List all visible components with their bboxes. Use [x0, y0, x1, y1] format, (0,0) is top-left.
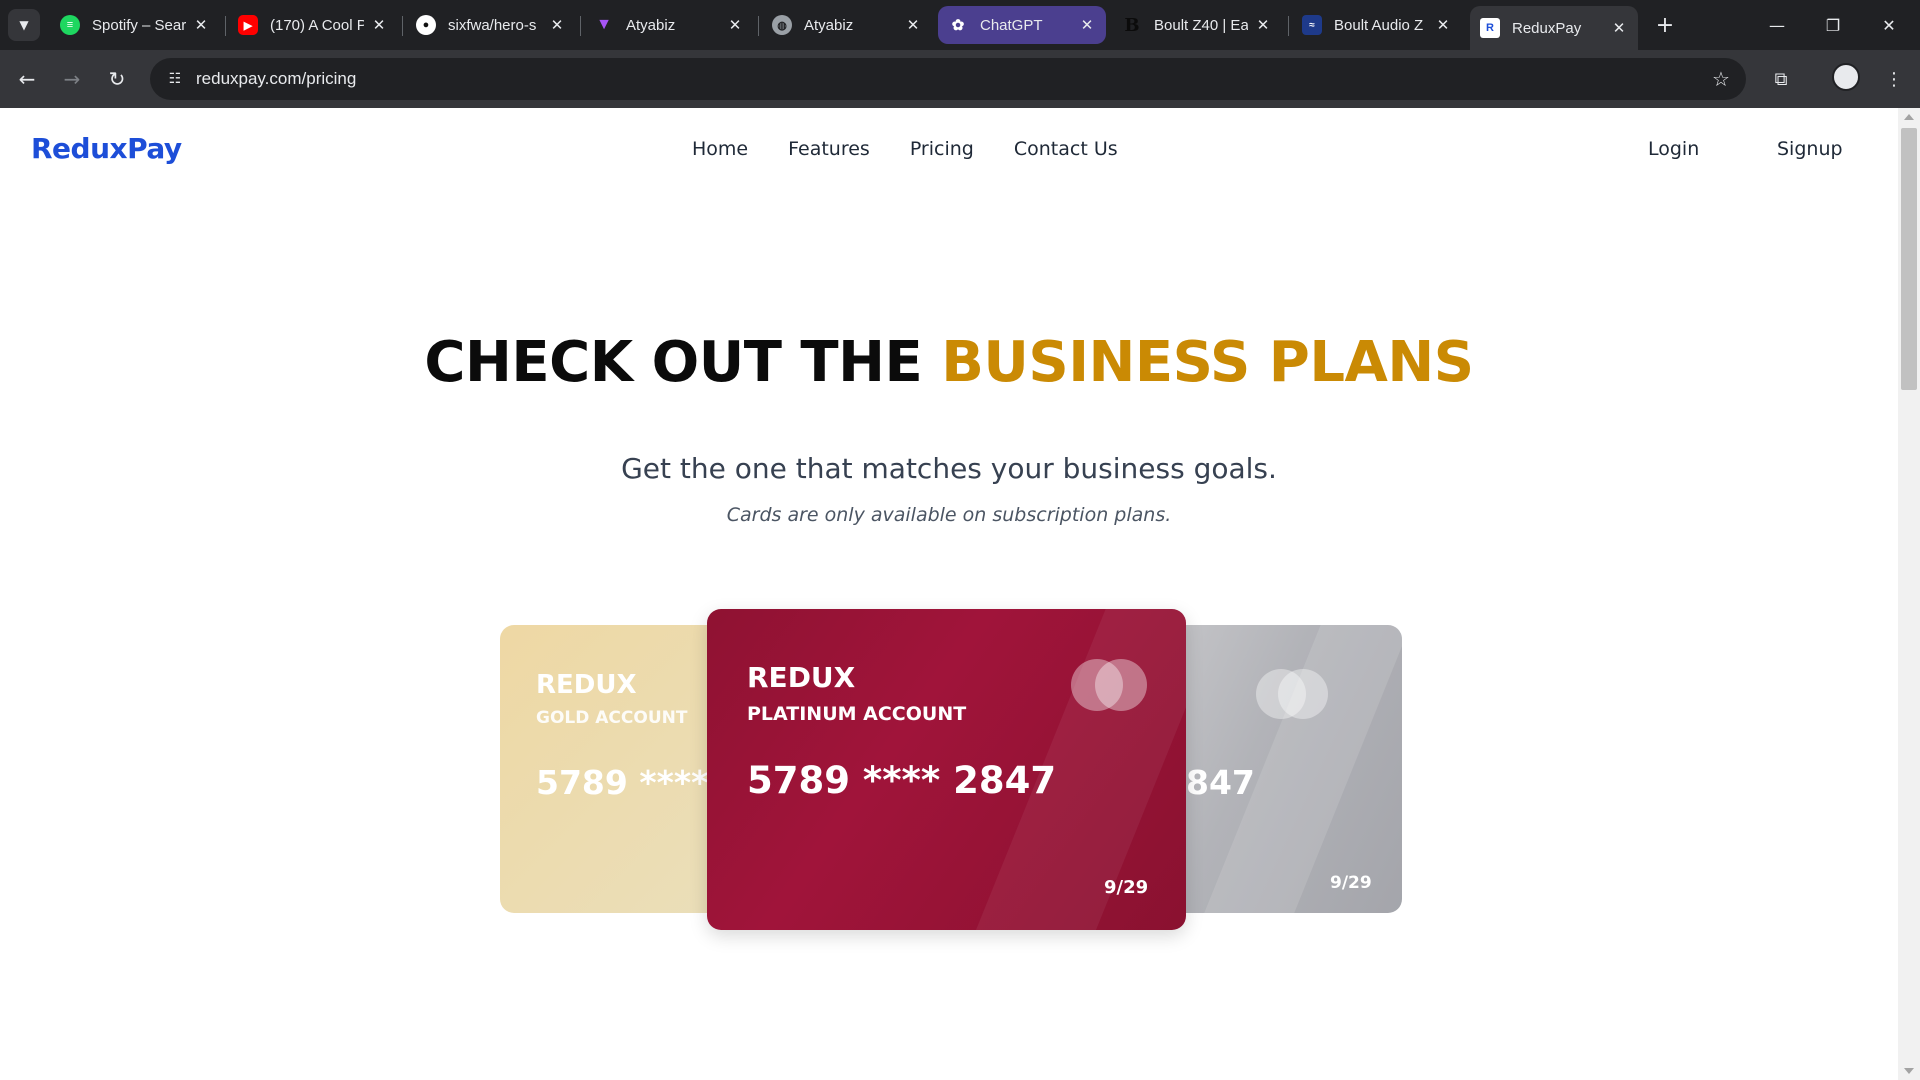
- browser-tab-boult-z40[interactable]: B Boult Z40 | Ea ✕: [1112, 6, 1282, 44]
- address-bar[interactable]: ☷ reduxpay.com/pricing ☆: [150, 58, 1746, 100]
- tab-divider: [402, 16, 403, 36]
- card-brand: REDUX: [747, 661, 856, 694]
- vite-icon: ▼: [596, 16, 612, 33]
- page-scrollbar[interactable]: [1898, 108, 1920, 1080]
- github-icon: ●: [416, 15, 436, 35]
- card-network-logo-icon: [1071, 659, 1147, 711]
- title-accent: BUSINESS PLANS: [941, 330, 1474, 395]
- main-nav: Home Features Pricing Contact Us: [692, 138, 1118, 160]
- browser-menu-button[interactable]: ⋮: [1879, 64, 1909, 94]
- close-icon[interactable]: ✕: [726, 16, 744, 34]
- card-network-logo-icon: [1256, 669, 1328, 719]
- minimize-button[interactable]: —: [1764, 12, 1790, 38]
- nav-link-pricing[interactable]: Pricing: [910, 138, 974, 160]
- card-number: 5789 **** 2847: [747, 759, 1057, 802]
- arrow-right-icon: →: [63, 67, 81, 91]
- bookmark-star-icon[interactable]: ☆: [1708, 66, 1734, 92]
- browser-tab-atyabiz[interactable]: ◍ Atyabiz ✕: [762, 6, 932, 44]
- nav-link-home[interactable]: Home: [692, 138, 748, 160]
- browser-tab-boult-audio[interactable]: ≈ Boult Audio Z ✕: [1292, 6, 1462, 44]
- card-type: PLATINUM ACCOUNT: [747, 703, 967, 725]
- close-icon[interactable]: ✕: [1610, 19, 1628, 37]
- browser-tab-github[interactable]: ● sixfwa/hero-s ✕: [406, 6, 576, 44]
- browser-tab-reduxpay[interactable]: R ReduxPay ✕: [1470, 6, 1638, 50]
- browser-tab-spotify[interactable]: ≡ Spotify – Sear ✕: [50, 6, 220, 44]
- scrollbar-thumb[interactable]: [1901, 128, 1917, 390]
- reload-button[interactable]: ↻: [102, 64, 132, 94]
- close-icon[interactable]: ✕: [904, 16, 922, 34]
- youtube-icon: ▶: [238, 15, 258, 35]
- profile-avatar[interactable]: [1832, 63, 1860, 91]
- subscription-note: Cards are only available on subscription…: [726, 504, 1172, 526]
- title-plain: CHECK OUT THE: [424, 330, 923, 395]
- boult-audio-icon: ≈: [1302, 15, 1322, 35]
- boult-b-icon: B: [1124, 14, 1140, 36]
- page-title: CHECK OUT THE BUSINESS PLANS: [0, 330, 1898, 395]
- chevron-down-icon: ▼: [19, 18, 29, 32]
- browser-toolbar: ← → ↻ ☷ reduxpay.com/pricing ☆ ⧉ ⋮: [0, 50, 1920, 108]
- page-viewport: ReduxPay Home Features Pricing Contact U…: [0, 108, 1898, 1080]
- nav-link-features[interactable]: Features: [788, 138, 870, 160]
- browser-tab-atyabiz-vite[interactable]: ▼ Atyabiz ✕: [584, 6, 754, 44]
- more-vertical-icon: ⋮: [1885, 68, 1903, 90]
- tab-divider: [225, 16, 226, 36]
- card-expiry: 9/29: [1104, 877, 1149, 898]
- close-icon: ✕: [1882, 15, 1896, 35]
- reduxpay-r-icon: R: [1480, 18, 1500, 38]
- url-text[interactable]: reduxpay.com/pricing: [196, 69, 356, 89]
- spotify-icon: ≡: [60, 15, 80, 35]
- restore-button[interactable]: ❐: [1820, 12, 1846, 38]
- arrow-left-icon: ←: [18, 67, 36, 91]
- card-brand: REDUX: [536, 670, 637, 700]
- browser-tabstrip: ▼ ≡ Spotify – Sear ✕ ▶ (170) A Cool P ✕ …: [0, 0, 1920, 50]
- close-icon[interactable]: ✕: [192, 16, 210, 34]
- restore-icon: ❐: [1825, 15, 1841, 35]
- forward-button[interactable]: →: [57, 64, 87, 94]
- window-close-button[interactable]: ✕: [1876, 12, 1902, 38]
- tab-divider: [580, 16, 581, 36]
- site-logo[interactable]: ReduxPay: [31, 132, 182, 165]
- close-icon[interactable]: ✕: [1434, 16, 1452, 34]
- nav-link-contact[interactable]: Contact Us: [1014, 138, 1118, 160]
- page-subtitle: Get the one that matches your business g…: [621, 452, 1277, 485]
- minimize-icon: —: [1769, 15, 1785, 35]
- scroll-down-arrow-icon[interactable]: [1904, 1068, 1914, 1074]
- browser-tab-chatgpt[interactable]: ✿ ChatGPT ✕: [938, 6, 1106, 44]
- puzzle-icon: ⧉: [1774, 68, 1788, 90]
- tab-divider: [1288, 16, 1289, 36]
- new-tab-button[interactable]: +: [1652, 12, 1678, 38]
- login-link[interactable]: Login: [1648, 138, 1699, 160]
- openai-icon: ✿: [951, 17, 965, 34]
- globe-icon: ◍: [772, 15, 792, 35]
- card-expiry: 9/29: [1330, 873, 1372, 893]
- card-number: 847: [1186, 763, 1255, 802]
- browser-tab-youtube[interactable]: ▶ (170) A Cool P ✕: [228, 6, 398, 44]
- plus-icon: +: [1655, 12, 1675, 38]
- close-icon[interactable]: ✕: [548, 16, 566, 34]
- card-type: GOLD ACCOUNT: [536, 708, 688, 728]
- reload-icon: ↻: [108, 67, 126, 91]
- platinum-account-card[interactable]: REDUX PLATINUM ACCOUNT 5789 **** 2847 9/…: [707, 609, 1186, 930]
- close-icon[interactable]: ✕: [1254, 16, 1272, 34]
- signup-link[interactable]: Signup: [1777, 138, 1843, 160]
- close-icon[interactable]: ✕: [1078, 16, 1096, 34]
- site-info-icon[interactable]: ☷: [162, 66, 188, 92]
- scroll-up-arrow-icon[interactable]: [1904, 114, 1914, 120]
- back-button[interactable]: ←: [12, 64, 42, 94]
- tab-search-button[interactable]: ▼: [8, 9, 40, 41]
- extensions-button[interactable]: ⧉: [1766, 64, 1796, 94]
- tab-divider: [758, 16, 759, 36]
- close-icon[interactable]: ✕: [370, 16, 388, 34]
